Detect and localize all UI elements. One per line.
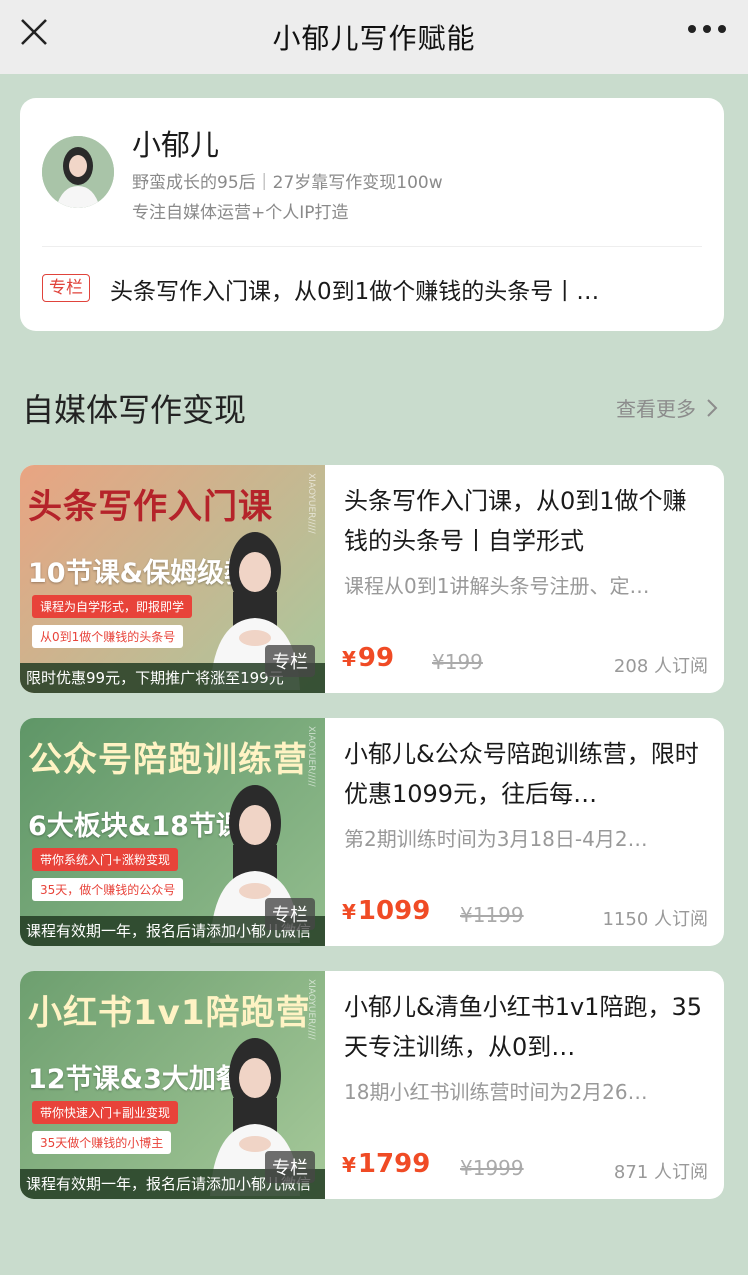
thumb-pill: 课程为自学形式，即报即学: [32, 595, 193, 618]
thumb-pill: 带你系统入门+涨粉变现: [32, 848, 179, 871]
featured-column-link[interactable]: 头条写作入门课，从0到1做个赚钱的头条号丨…: [110, 272, 704, 306]
thumb-pill: 35天，做个赚钱的公众号: [32, 878, 184, 901]
profile-bio: 野蛮成长的95后｜27岁靠写作变现100w: [132, 173, 443, 193]
page-title: 小郁儿写作赋能: [272, 22, 476, 55]
course-thumbnail[interactable]: 小红书1v1陪跑营 12节课&3大加餐 带你快速入门+副业变现 35天做个赚钱的…: [20, 971, 325, 1199]
see-more-link[interactable]: 查看更多: [616, 393, 718, 422]
column-badge: 专栏: [265, 645, 315, 677]
divider: [42, 246, 702, 247]
thumb-pill: 从0到1做个赚钱的头条号: [32, 625, 184, 648]
top-bar: 小郁儿写作赋能: [0, 0, 748, 74]
thumb-watermark: XIAOYUER/////: [306, 979, 316, 1040]
course-card[interactable]: 头条写作入门课 10节课&保姆级教程 课程为自学形式，即报即学 从0到1做个赚钱…: [20, 465, 724, 693]
course-thumbnail[interactable]: 头条写作入门课 10节课&保姆级教程 课程为自学形式，即报即学 从0到1做个赚钱…: [20, 465, 325, 693]
profile-name: 小郁儿: [132, 128, 220, 162]
course-card[interactable]: 公众号陪跑训练营 6大板块&18节课 带你系统入门+涨粉变现 35天，做个赚钱的…: [20, 718, 724, 946]
original-price: ¥199: [432, 650, 483, 674]
course-price: ¥1799: [342, 1149, 431, 1179]
more-icon[interactable]: [688, 20, 726, 38]
close-icon[interactable]: [18, 16, 50, 48]
subscriber-count: 1150 人订阅: [602, 909, 708, 930]
subscriber-count: 871 人订阅: [613, 1162, 708, 1183]
original-price: ¥1999: [460, 1156, 524, 1180]
profile-tagline: 专注自媒体运营+个人IP打造: [132, 203, 349, 223]
thumb-watermark: XIAOYUER/////: [306, 473, 316, 534]
course-title: 小郁儿&清鱼小红书1v1陪跑，35天专注训练，从0到…: [344, 993, 702, 1061]
course-thumbnail[interactable]: 公众号陪跑训练营 6大板块&18节课 带你系统入门+涨粉变现 35天，做个赚钱的…: [20, 718, 325, 946]
column-badge: 专栏: [265, 1151, 315, 1183]
course-description: 第2期训练时间为3月18日-4月2…: [344, 827, 648, 851]
section-title: 自媒体写作变现: [22, 391, 247, 429]
see-more-label: 查看更多: [616, 397, 696, 421]
course-description: 课程从0到1讲解头条号注册、定…: [344, 574, 650, 598]
subscriber-count: 208 人订阅: [613, 656, 708, 677]
column-badge: 专栏: [265, 898, 315, 930]
profile-card[interactable]: 小郁儿 野蛮成长的95后｜27岁靠写作变现100w 专注自媒体运营+个人IP打造…: [20, 98, 724, 331]
course-description: 18期小红书训练营时间为2月26…: [344, 1080, 648, 1104]
course-price: ¥99: [342, 643, 395, 673]
avatar[interactable]: [42, 136, 114, 208]
original-price: ¥1199: [460, 903, 524, 927]
thumb-watermark: XIAOYUER/////: [306, 726, 316, 787]
thumb-pill: 带你快速入门+副业变现: [32, 1101, 179, 1124]
chevron-right-icon: [707, 398, 718, 417]
course-title: 小郁儿&公众号陪跑训练营，限时优惠1099元，往后每…: [344, 740, 699, 808]
course-price: ¥1099: [342, 896, 431, 926]
course-title: 头条写作入门课，从0到1做个赚钱的头条号丨自学形式: [344, 487, 687, 555]
thumb-pill: 35天做个赚钱的小博主: [32, 1131, 172, 1154]
course-card[interactable]: 小红书1v1陪跑营 12节课&3大加餐 带你快速入门+副业变现 35天做个赚钱的…: [20, 971, 724, 1199]
column-tag: 专栏: [42, 274, 90, 302]
